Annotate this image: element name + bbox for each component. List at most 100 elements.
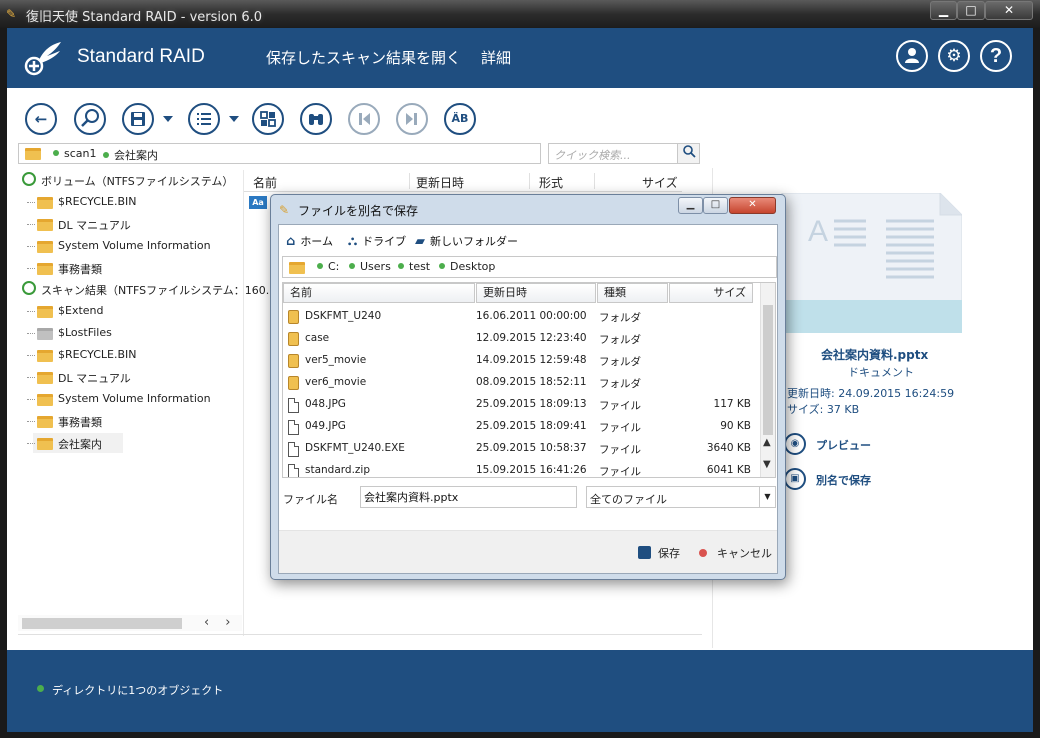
view-dropdown-icon[interactable]	[229, 116, 239, 122]
scroll-arrows-icon[interactable]: ‹›	[204, 615, 246, 630]
maximize-button[interactable]: □	[957, 1, 985, 20]
minimize-button[interactable]: ▁	[930, 1, 957, 20]
filename-input[interactable]	[360, 486, 577, 508]
save-as-dialog: ✎ ファイルを別名で保存 ▁ □ ✕ ⌂ ホーム ⛬ ドライブ ▰ 新しいフォルダー …	[270, 194, 786, 580]
path-item[interactable]: test	[398, 260, 430, 273]
tree-item[interactable]: 事務書類	[18, 258, 244, 278]
search-button-icon[interactable]	[677, 144, 699, 163]
new-folder-button[interactable]: ▰ 新しいフォルダー	[415, 233, 518, 251]
path-item[interactable]: C:	[317, 260, 339, 273]
new-folder-icon: ▰	[415, 234, 425, 249]
prev-icon[interactable]	[348, 103, 380, 135]
app-icon: ✎	[279, 203, 290, 217]
table-row[interactable]: DSKFMT_U240 16.06.2011 00:00:00 フォルダ	[283, 305, 759, 327]
tree-item[interactable]: DL マニュアル	[18, 367, 244, 387]
back-icon[interactable]: ←	[25, 103, 57, 135]
save-icon	[638, 546, 651, 559]
file-icon	[288, 398, 299, 413]
view-list-icon[interactable]	[188, 103, 220, 135]
scroll-down-icon[interactable]: ▼	[763, 459, 771, 470]
search-icon[interactable]	[74, 103, 106, 135]
tree-item[interactable]: $LostFiles	[18, 323, 244, 343]
column-type[interactable]: 種類	[597, 283, 668, 303]
chevron-down-icon: ▼	[759, 487, 775, 507]
folder-icon	[37, 219, 53, 231]
column-modified[interactable]: 更新日時	[416, 174, 464, 191]
folder-icon	[37, 306, 53, 318]
scrollbar-thumb[interactable]	[22, 618, 182, 629]
file-list-header: 名前 更新日時 形式 サイズ	[244, 170, 682, 192]
dialog-minimize-button[interactable]: ▁	[678, 197, 703, 214]
next-icon[interactable]	[396, 103, 428, 135]
table-vertical-scrollbar[interactable]: ▲ ▼	[760, 283, 775, 477]
breadcrumb-item[interactable]: 会社案内	[103, 147, 158, 163]
window-titlebar: ✎ 復旧天使 Standard RAID - version 6.0 ▁ □ ✕	[0, 0, 1040, 28]
tree-root-volume[interactable]: ボリューム（NTFSファイルシステム）	[18, 170, 244, 190]
nav-open-scan[interactable]: 保存したスキャン結果を開く	[266, 47, 461, 68]
path-item[interactable]: Desktop	[439, 260, 495, 273]
user-icon[interactable]	[896, 40, 928, 72]
save-icon[interactable]	[122, 103, 154, 135]
status-dot-icon	[37, 685, 44, 692]
column-format[interactable]: 形式	[539, 174, 563, 191]
help-icon[interactable]: ?	[980, 40, 1012, 72]
folder-icon	[37, 263, 53, 275]
tree-item[interactable]: $RECYCLE.BIN	[18, 192, 244, 212]
lost-folder-icon	[37, 328, 53, 340]
table-row[interactable]: 049.JPG 25.09.2015 18:09:41 ファイル 90 KB	[283, 415, 759, 437]
tree-item[interactable]: $Extend	[18, 301, 244, 321]
nav-home-button[interactable]: ⌂ ホーム	[286, 233, 333, 251]
table-row[interactable]: ver6_movie 08.09.2015 18:52:11 フォルダ	[283, 371, 759, 393]
table-row[interactable]: standard.zip 15.09.2015 16:41:26 ファイル 6041 …	[283, 459, 759, 477]
tree-item-selected[interactable]: 会社案内	[18, 433, 244, 453]
close-button[interactable]: ✕	[985, 1, 1033, 20]
scroll-up-icon[interactable]: ▲	[763, 437, 771, 448]
search-placeholder: クイック検索...	[554, 149, 631, 162]
cancel-button[interactable]: キャンセル	[699, 545, 772, 561]
tree-root-scan[interactable]: スキャン結果（NTFSファイルシステム：160.	[18, 279, 269, 299]
table-row[interactable]: 048.JPG 25.09.2015 18:09:13 ファイル 117 KB	[283, 393, 759, 415]
table-row[interactable]: case 12.09.2015 12:23:40 フォルダ	[283, 327, 759, 349]
dialog-body: ⌂ ホーム ⛬ ドライブ ▰ 新しいフォルダー C: Users test Deskt…	[278, 224, 778, 574]
column-name[interactable]: 名前	[283, 283, 475, 303]
filetype-select[interactable]: 全てのファイル ▼	[586, 486, 776, 508]
table-row[interactable]: ver5_movie 14.09.2015 12:59:48 フォルダ	[283, 349, 759, 371]
grid-icon[interactable]	[252, 103, 284, 135]
folder-icon	[288, 376, 299, 390]
column-modified[interactable]: 更新日時	[476, 283, 596, 303]
charset-icon[interactable]: ÄB	[444, 103, 476, 135]
file-icon	[288, 420, 299, 435]
file-icon	[288, 464, 299, 477]
tree-item[interactable]: System Volume Information	[18, 389, 244, 409]
tree-horizontal-scrollbar[interactable]: ‹›	[18, 615, 242, 631]
binoculars-icon[interactable]	[300, 103, 332, 135]
tree-item[interactable]: DL マニュアル	[18, 214, 244, 234]
folder-icon	[25, 148, 41, 160]
table-row[interactable]: DSKFMT_U240.EXE 25.09.2015 10:58:37 ファイル 36…	[283, 437, 759, 459]
nav-drive-button[interactable]: ⛬ ドライブ	[348, 233, 406, 251]
tree-item[interactable]: System Volume Information	[18, 236, 244, 256]
app-header: Standard RAID 保存したスキャン結果を開く 詳細 ⚙ ?	[7, 28, 1033, 88]
logo-icon	[24, 42, 61, 76]
scrollbar-thumb[interactable]	[763, 305, 773, 435]
search-input[interactable]: クイック検索...	[548, 143, 700, 164]
column-size[interactable]: サイズ	[669, 283, 753, 303]
brand-name: Standard RAID	[77, 46, 205, 67]
column-name[interactable]: 名前	[253, 174, 277, 191]
dialog-footer: 保存 キャンセル	[279, 530, 777, 573]
save-button[interactable]: 保存	[638, 545, 680, 561]
path-item[interactable]: Users	[349, 260, 391, 273]
nav-detail[interactable]: 詳細	[481, 47, 511, 68]
breadcrumb-item[interactable]: scan1	[53, 147, 97, 160]
cancel-dot-icon	[699, 549, 707, 557]
tree-item[interactable]: $RECYCLE.BIN	[18, 345, 244, 365]
dialog-maximize-button[interactable]: □	[703, 197, 728, 214]
pane-divider[interactable]	[243, 170, 244, 636]
status-text: ディレクトリに1つのオブジェクト	[52, 684, 224, 697]
column-size[interactable]: サイズ	[642, 174, 678, 191]
folder-icon	[37, 416, 53, 428]
dialog-close-button[interactable]: ✕	[729, 197, 776, 214]
gear-icon[interactable]: ⚙	[938, 40, 970, 72]
save-dropdown-icon[interactable]	[163, 116, 173, 122]
tree-item[interactable]: 事務書類	[18, 411, 244, 431]
